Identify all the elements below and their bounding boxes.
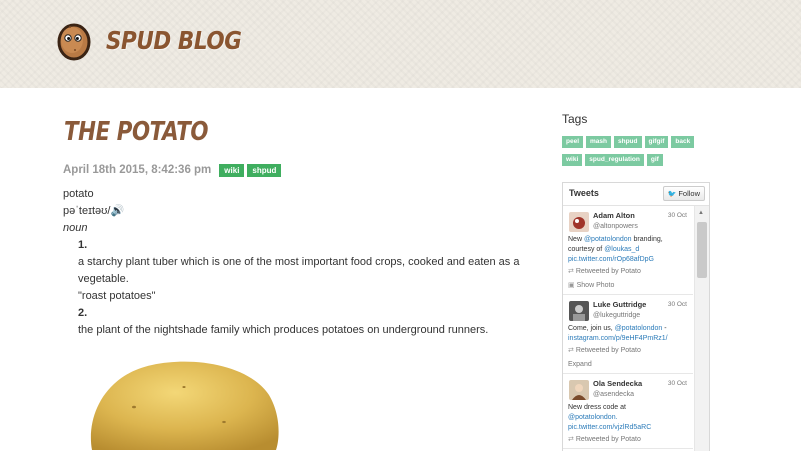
post-body: potato pəˈteɪtəʊ/🔊 noun 1. a starchy pla…: [63, 186, 543, 339]
scroll-thumb[interactable]: [697, 222, 707, 278]
avatar[interactable]: [569, 301, 589, 321]
tweet-author-name[interactable]: Luke Guttridge: [593, 300, 646, 309]
tweet-item: Ola Sendecka 30 Oct @asendecka New dress…: [563, 374, 693, 449]
tweet-mention-link[interactable]: @potatolondon: [615, 325, 663, 332]
post-date: April 18th 2015, 8:42:36 pm: [63, 164, 212, 176]
tweet-mention-link[interactable]: @loukas_d: [604, 246, 639, 253]
avatar[interactable]: [569, 380, 589, 400]
definition-text: a starchy plant tuber which is one of th…: [78, 256, 520, 285]
pronunciation: pəˈteɪtəʊ/🔊: [63, 205, 125, 217]
tweet-text: Come, join us, @potatolondon - instagram…: [568, 324, 689, 344]
tag-wiki[interactable]: wiki: [562, 154, 583, 166]
tag-spud-regulation[interactable]: spud_regulation: [585, 154, 644, 166]
post-tag-wiki[interactable]: wiki: [219, 163, 245, 177]
tweets-widget: Tweets 🐦 Follow Adam Alton 30 Oct @altonp…: [562, 182, 710, 451]
show-photo-label: Show Photo: [576, 282, 615, 289]
retweet-icon: ⇄: [568, 436, 574, 443]
tweet-date[interactable]: 30 Oct: [668, 211, 687, 221]
site-title[interactable]: SPUD BLOG: [106, 26, 242, 56]
tag-gifgif[interactable]: gifgif: [644, 136, 669, 148]
tweet-text-part: -: [662, 325, 667, 332]
tweet-header: Adam Alton 30 Oct @altonpowers: [593, 211, 689, 231]
definition-example: "roast potatoes": [78, 290, 156, 302]
tweet-media-link[interactable]: pic.twitter.com/rOp68afDpG: [568, 256, 654, 263]
definition-number-label: 1.: [78, 239, 88, 251]
definition-number: 1.: [78, 237, 543, 254]
twitter-bird-icon: 🐦: [667, 191, 677, 198]
tweet-item: Luke Guttridge 30 Oct @lukeguttridge Com…: [563, 295, 693, 374]
tag-peel[interactable]: peel: [562, 136, 584, 148]
potato-logo-icon[interactable]: [52, 18, 96, 62]
tweet-date[interactable]: 30 Oct: [668, 300, 687, 310]
retweet-label: Retweeted by Potato: [575, 347, 641, 354]
definition-number: 2.: [78, 305, 543, 322]
tags-heading: Tags: [562, 112, 588, 126]
tweet-media-link[interactable]: pic.twitter.com/vjzlRd5aRC: [568, 424, 651, 431]
site-header: SPUD BLOG: [0, 0, 801, 88]
tag-mash[interactable]: mash: [586, 136, 611, 148]
scroll-up-arrow-icon[interactable]: ▲: [698, 210, 704, 216]
show-photo-link[interactable]: ▣ Show Photo: [568, 281, 689, 291]
tweet-text-part: Come, join us,: [568, 325, 615, 332]
tweet-author-handle[interactable]: @lukeguttridge: [593, 311, 689, 321]
definition-text: the plant of the nightshade family which…: [78, 324, 489, 336]
tweet-author-handle[interactable]: @asendecka: [593, 390, 689, 400]
tweet-header: Luke Guttridge 30 Oct @lukeguttridge: [593, 300, 689, 320]
retweet-info: ⇄ Retweeted by Potato: [568, 346, 689, 356]
tweet-date[interactable]: 30 Oct: [668, 379, 687, 389]
expand-link[interactable]: Expand: [568, 360, 689, 370]
tweet-list: Adam Alton 30 Oct @altonpowers New @pota…: [563, 206, 693, 449]
tweet-author-handle[interactable]: @altonpowers: [593, 222, 689, 232]
definition-word: potato: [63, 188, 94, 200]
post-tag-shpud[interactable]: shpud: [247, 163, 282, 177]
tag-cloud: peel mash shpud gifgif back wiki spud_regulati…: [562, 136, 712, 172]
post-title: THE POTATO: [64, 117, 209, 147]
tweets-header: Tweets 🐦 Follow: [563, 183, 709, 206]
retweet-icon: ⇄: [568, 347, 574, 354]
tweet-mention-link[interactable]: @potatolondon: [584, 236, 632, 243]
follow-label: Follow: [678, 189, 700, 198]
tweet-media-link[interactable]: instagram.com/p/9eHF4PmRz1/: [568, 335, 668, 342]
tweets-title: Tweets: [569, 188, 599, 198]
definition-list: 1. a starchy plant tuber which is one of…: [63, 237, 543, 339]
retweet-info: ⇄ Retweeted by Potato: [568, 267, 689, 277]
part-of-speech: noun: [63, 222, 88, 234]
tweet-text: New @potatolondon branding, courtesy of …: [568, 235, 689, 265]
tweet-text: New dress code at @potatolondon. pic.twit…: [568, 403, 689, 433]
potato-image: [90, 361, 279, 450]
follow-button[interactable]: 🐦 Follow: [662, 186, 705, 201]
post-meta: April 18th 2015, 8:42:36 pm wiki shpud: [63, 163, 284, 177]
tweet-author-name[interactable]: Adam Alton: [593, 211, 635, 220]
tag-shpud[interactable]: shpud: [614, 136, 642, 148]
retweet-label: Retweeted by Potato: [575, 436, 641, 443]
tweet-author-name[interactable]: Ola Sendecka: [593, 379, 642, 388]
retweet-icon: ⇄: [568, 268, 574, 275]
tag-gif[interactable]: gif: [646, 154, 663, 166]
tweet-mention-link[interactable]: @potatolondon.: [568, 414, 618, 421]
definition-number-label: 2.: [78, 307, 88, 319]
tag-back[interactable]: back: [671, 136, 695, 148]
retweet-label: Retweeted by Potato: [575, 268, 641, 275]
retweet-info: ⇄ Retweeted by Potato: [568, 435, 689, 445]
tweets-scrollbar[interactable]: ▲: [694, 206, 709, 451]
tweet-text-part: New dress code at: [568, 404, 626, 411]
tweet-item: Adam Alton 30 Oct @altonpowers New @pota…: [563, 206, 693, 295]
photo-icon: ▣: [568, 282, 575, 289]
avatar[interactable]: [569, 212, 589, 232]
tweet-header: Ola Sendecka 30 Oct @asendecka: [593, 379, 689, 399]
tweet-text-part: New: [568, 236, 584, 243]
